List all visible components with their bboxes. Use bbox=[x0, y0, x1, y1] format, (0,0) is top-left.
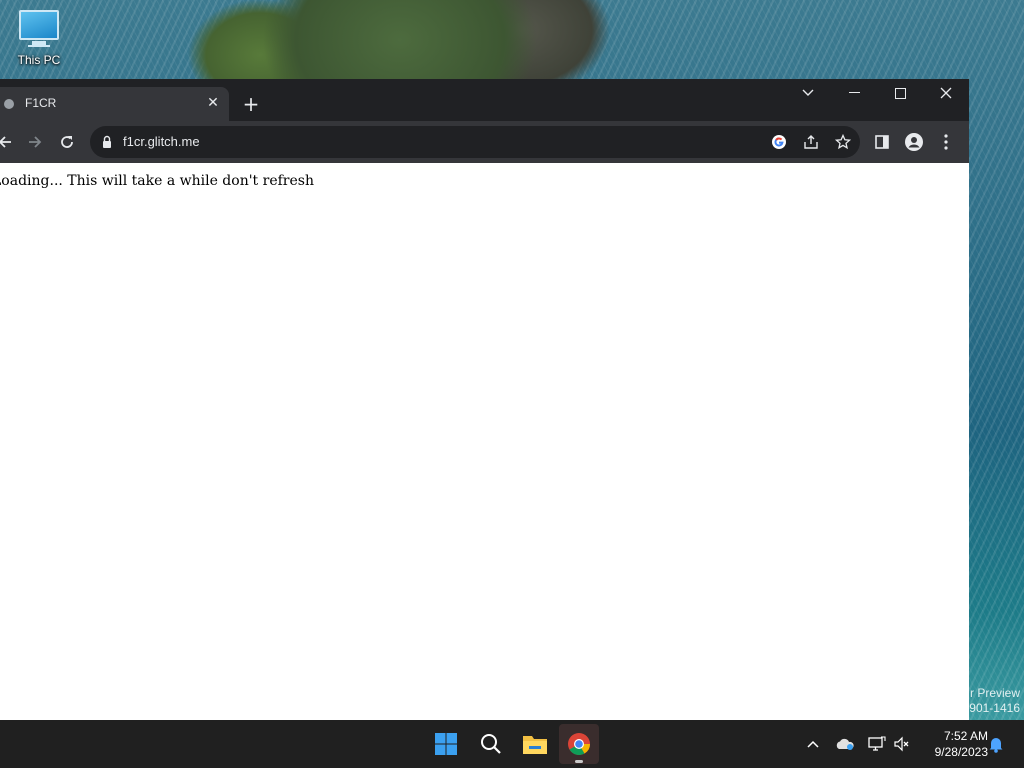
close-icon bbox=[940, 87, 952, 99]
desktop-icon-this-pc[interactable]: This PC bbox=[12, 10, 66, 76]
tab-close-icon[interactable]: ✕ bbox=[205, 94, 221, 112]
chevron-up-icon bbox=[807, 740, 819, 748]
arrow-left-icon bbox=[0, 136, 11, 148]
start-icon bbox=[435, 733, 457, 755]
volume-muted-icon[interactable] bbox=[890, 732, 914, 756]
share-icon[interactable] bbox=[800, 131, 822, 153]
system-clock[interactable]: 7:52 AM 9/28/2023 bbox=[918, 728, 988, 760]
loading-message: Loading... This will take a while don't … bbox=[0, 173, 314, 189]
show-hidden-icons-button[interactable] bbox=[801, 732, 825, 756]
lock-icon bbox=[103, 135, 111, 148]
notification-bell-icon[interactable] bbox=[984, 732, 1008, 756]
browser-window: F1CR ✕ + f1cr.glitch.me Loading... This … bbox=[0, 79, 969, 720]
arrow-right-icon bbox=[29, 136, 42, 148]
taskbar: 7:52 AM 9/28/2023 bbox=[0, 720, 1024, 768]
forward-button[interactable] bbox=[22, 129, 48, 155]
url-text[interactable]: f1cr.glitch.me bbox=[123, 134, 200, 149]
close-button[interactable] bbox=[923, 79, 969, 107]
new-tab-button[interactable]: + bbox=[240, 93, 262, 115]
desktop-icon-label: This PC bbox=[17, 53, 61, 67]
minimize-button[interactable] bbox=[831, 79, 877, 107]
chrome-running-indicator bbox=[575, 760, 583, 763]
clock-date: 9/28/2023 bbox=[934, 745, 988, 759]
reload-icon bbox=[61, 136, 73, 148]
minimize-icon bbox=[848, 92, 860, 93]
chrome-icon bbox=[568, 733, 590, 755]
side-panel-icon[interactable] bbox=[871, 131, 893, 153]
os-watermark-line2: 901-1416 bbox=[969, 701, 1020, 715]
chrome-taskbar-button[interactable] bbox=[559, 724, 599, 764]
profile-icon[interactable] bbox=[903, 131, 925, 153]
maximize-button[interactable] bbox=[877, 79, 923, 107]
bookmark-star-icon[interactable] bbox=[832, 131, 854, 153]
onedrive-icon[interactable] bbox=[833, 732, 857, 756]
more-menu-icon[interactable] bbox=[935, 131, 957, 153]
tab-title: F1CR bbox=[25, 96, 57, 110]
maximize-icon bbox=[894, 87, 906, 99]
page-content: Loading... This will take a while don't … bbox=[0, 163, 969, 720]
reload-button[interactable] bbox=[54, 129, 80, 155]
os-watermark-line1: r Preview bbox=[969, 686, 1020, 700]
start-button[interactable] bbox=[426, 724, 466, 764]
globe-icon bbox=[4, 99, 14, 109]
browser-toolbar: f1cr.glitch.me bbox=[0, 121, 969, 163]
search-icon bbox=[481, 734, 501, 754]
browser-titlebar: F1CR ✕ + bbox=[0, 79, 969, 121]
tab-f1cr[interactable]: F1CR ✕ bbox=[0, 87, 229, 121]
tab-search-button[interactable] bbox=[785, 79, 831, 107]
google-lens-icon[interactable] bbox=[768, 131, 790, 153]
network-icon[interactable] bbox=[865, 732, 889, 756]
this-pc-icon bbox=[19, 10, 59, 47]
address-bar[interactable]: f1cr.glitch.me bbox=[90, 126, 860, 158]
chevron-down-icon bbox=[802, 89, 814, 96]
file-explorer-icon bbox=[523, 736, 547, 754]
back-button[interactable] bbox=[0, 129, 18, 155]
search-button[interactable] bbox=[471, 724, 511, 764]
file-explorer-button[interactable] bbox=[515, 724, 555, 764]
clock-time: 7:52 AM bbox=[943, 729, 988, 743]
